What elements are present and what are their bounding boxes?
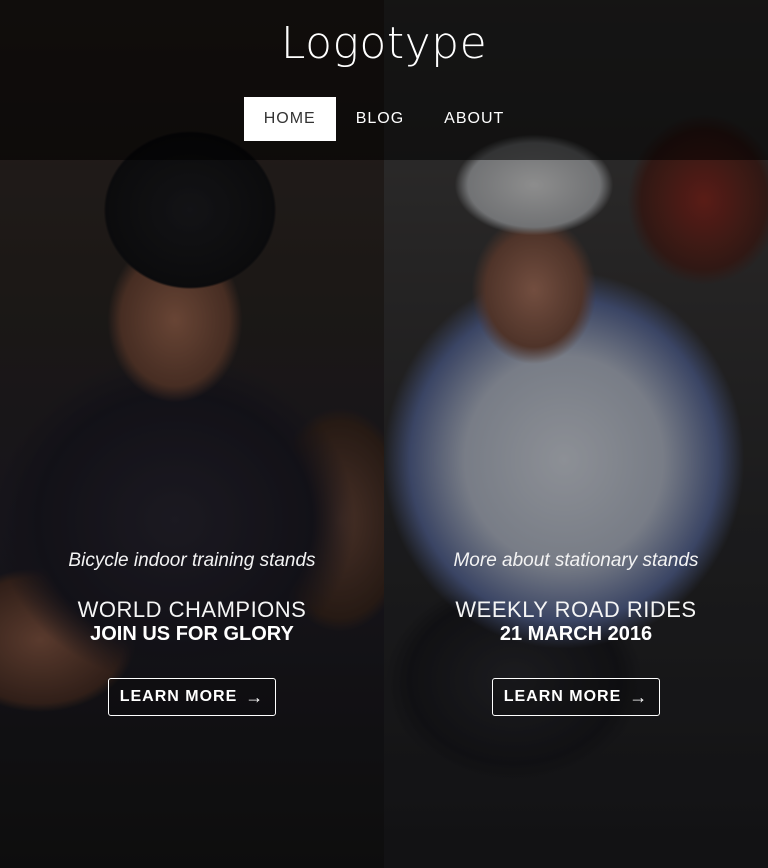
slide-title-bold: 21 MARCH 2016 (499, 623, 653, 645)
learn-more-button-left[interactable]: LEARN MORE → (108, 678, 276, 716)
nav-item-home[interactable]: HOME (243, 97, 336, 141)
slide-title-bold: JOIN US FOR GLORY (90, 623, 294, 645)
learn-more-button-right[interactable]: LEARN MORE → (492, 678, 660, 716)
nav-item-about[interactable]: ABOUT (424, 97, 524, 141)
slide-title: WEEKLY ROAD RIDES (455, 597, 697, 622)
arrow-right-icon: → (629, 686, 649, 707)
slide-subtitle: Bicycle indoor training stands (68, 550, 316, 571)
slide-title: WORLD CHAMPIONS (77, 597, 307, 622)
learn-more-label: LEARN MORE (503, 688, 622, 705)
slide-subtitle: More about stationary stands (453, 550, 699, 571)
learn-more-label: LEARN MORE (119, 688, 238, 705)
logo[interactable]: Logotype (0, 18, 768, 69)
arrow-right-icon: → (245, 686, 265, 707)
main-nav: HOME BLOG ABOUT (0, 97, 768, 141)
nav-item-blog[interactable]: BLOG (336, 97, 424, 141)
